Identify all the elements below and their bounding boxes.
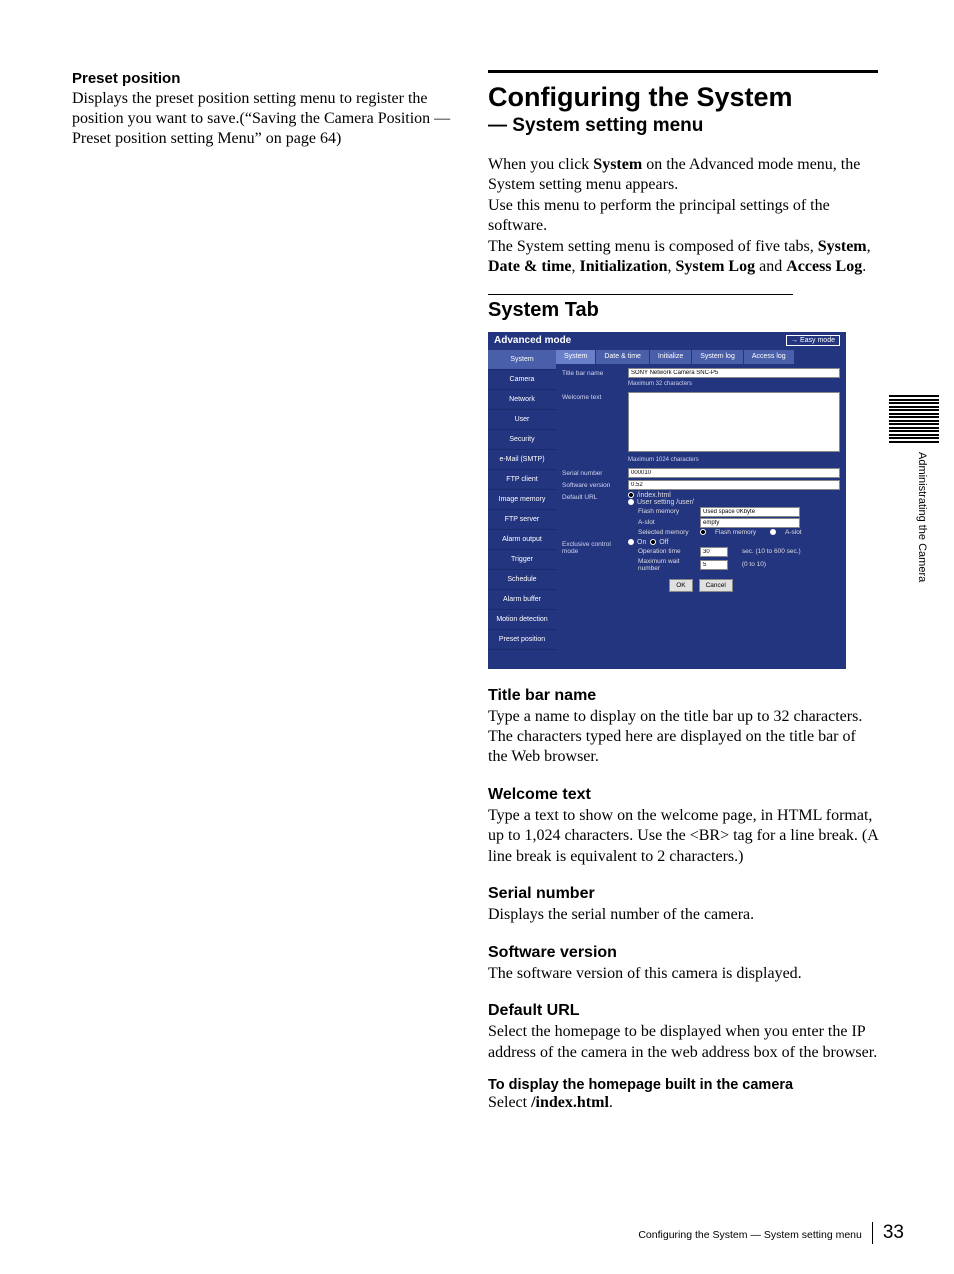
input-title-bar[interactable] (628, 368, 840, 378)
sidebar-item-network[interactable]: Network (488, 390, 556, 410)
intro-paragraph-1: When you click System on the Advanced mo… (488, 155, 878, 196)
tab-date-time[interactable]: Date & time (596, 350, 650, 364)
note-title-bar: Maximum 32 characters (628, 381, 840, 387)
tab-initialize[interactable]: Initialize (650, 350, 692, 364)
p-software: The software version of this camera is d… (488, 964, 878, 984)
rule-thick (488, 70, 878, 73)
sidebar-item-camera[interactable]: Camera (488, 370, 556, 390)
input-welcome[interactable] (628, 392, 840, 452)
page-footer: Configuring the System — System setting … (638, 1222, 904, 1244)
sidebar-item-preset-position[interactable]: Preset position (488, 630, 556, 650)
page-title: Configuring the System (488, 83, 878, 113)
h-welcome: Welcome text (488, 786, 878, 804)
sidebar-item-image-memory[interactable]: Image memory (488, 490, 556, 510)
lbl-default-url: Default URL (562, 492, 628, 501)
page-subtitle: — System setting menu (488, 115, 878, 137)
cancel-button[interactable]: Cancel (699, 579, 733, 592)
left-column: Preset position Displays the preset posi… (72, 70, 452, 149)
field-flash (700, 507, 800, 517)
preset-position-body: Displays the preset position setting men… (72, 89, 452, 149)
radio-excl-on[interactable] (628, 539, 637, 546)
lbl-welcome: Welcome text (562, 392, 628, 401)
field-serial (628, 468, 840, 478)
rule-thin (488, 294, 793, 295)
shot-title: Advanced mode (494, 335, 571, 346)
thumb-index-bars (889, 395, 939, 444)
sidebar-item-schedule[interactable]: Schedule (488, 570, 556, 590)
input-op-time[interactable] (700, 547, 728, 557)
h-title-bar: Title bar name (488, 687, 878, 705)
sidebar-item-email[interactable]: e-Mail (SMTP) (488, 450, 556, 470)
tab-access-log[interactable]: Access log (744, 350, 795, 364)
sidebar-item-system[interactable]: System (488, 350, 556, 370)
shot-sidebar: System Camera Network User Security e-Ma… (488, 350, 556, 669)
sidebar-item-security[interactable]: Security (488, 430, 556, 450)
radio-selmem-aslot[interactable] (770, 529, 779, 536)
radio-selmem-flash[interactable] (700, 529, 709, 536)
lbl-selmem: Selected memory (638, 529, 694, 536)
sidebar-item-motion-detection[interactable]: Motion detection (488, 610, 556, 630)
lbl-exclusive: Exclusive control mode (562, 539, 628, 555)
h-default-url: Default URL (488, 1002, 878, 1020)
easy-mode-button[interactable]: Easy mode (786, 335, 840, 346)
p-serial: Displays the serial number of the camera… (488, 905, 878, 925)
radio-excl-off[interactable] (650, 539, 659, 546)
sidebar-item-trigger[interactable]: Trigger (488, 550, 556, 570)
field-software (628, 480, 840, 490)
input-max-wait[interactable] (700, 560, 728, 570)
lbl-op-time: Operation time (638, 548, 694, 555)
right-column: Configuring the System — System setting … (488, 70, 878, 1114)
system-tab-heading: System Tab (488, 299, 878, 322)
lbl-title-bar: Title bar name (562, 368, 628, 377)
lbl-serial: Serial number (562, 468, 628, 477)
h-serial: Serial number (488, 885, 878, 903)
sidebar-item-user[interactable]: User (488, 410, 556, 430)
intro-paragraph-2: Use this menu to perform the principal s… (488, 196, 878, 237)
system-tab-screenshot: Advanced mode Easy mode System Camera Ne… (488, 332, 846, 669)
lbl-max-wait: Maximum wait number (638, 558, 694, 572)
intro-paragraph-3: The System setting menu is composed of f… (488, 237, 878, 278)
sidebar-item-alarm-output[interactable]: Alarm output (488, 530, 556, 550)
sidebar-item-ftp-server[interactable]: FTP server (488, 510, 556, 530)
p-welcome: Type a text to show on the welcome page,… (488, 806, 878, 867)
p-homepage-builtin: Select /index.html. (488, 1093, 878, 1113)
preset-position-heading: Preset position (72, 70, 452, 87)
p-default-url: Select the homepage to be displayed when… (488, 1022, 878, 1063)
radio-user[interactable] (628, 499, 637, 506)
lbl-software: Software version (562, 480, 628, 489)
sidebar-item-ftp-client[interactable]: FTP client (488, 470, 556, 490)
field-aslot (700, 518, 800, 528)
sidebar-item-alarm-buffer[interactable]: Alarm buffer (488, 590, 556, 610)
p-title-bar: Type a name to display on the title bar … (488, 707, 878, 768)
shot-tabs: System Date & time Initialize System log… (556, 350, 846, 364)
h-software: Software version (488, 944, 878, 962)
ok-button[interactable]: OK (669, 579, 692, 592)
note-welcome: Maximum 1024 characters (628, 457, 840, 463)
h-homepage-builtin: To display the homepage built in the cam… (488, 1077, 878, 1093)
footer-text: Configuring the System — System setting … (638, 1229, 862, 1241)
lbl-aslot: A-slot (638, 519, 694, 526)
tab-system-log[interactable]: System log (692, 350, 744, 364)
lbl-flash: Flash memory (638, 508, 694, 515)
page-number: 33 (872, 1222, 904, 1244)
side-tab-label: Administrating the Camera (916, 452, 928, 582)
tab-system[interactable]: System (556, 350, 596, 364)
radio-index[interactable] (628, 492, 637, 499)
